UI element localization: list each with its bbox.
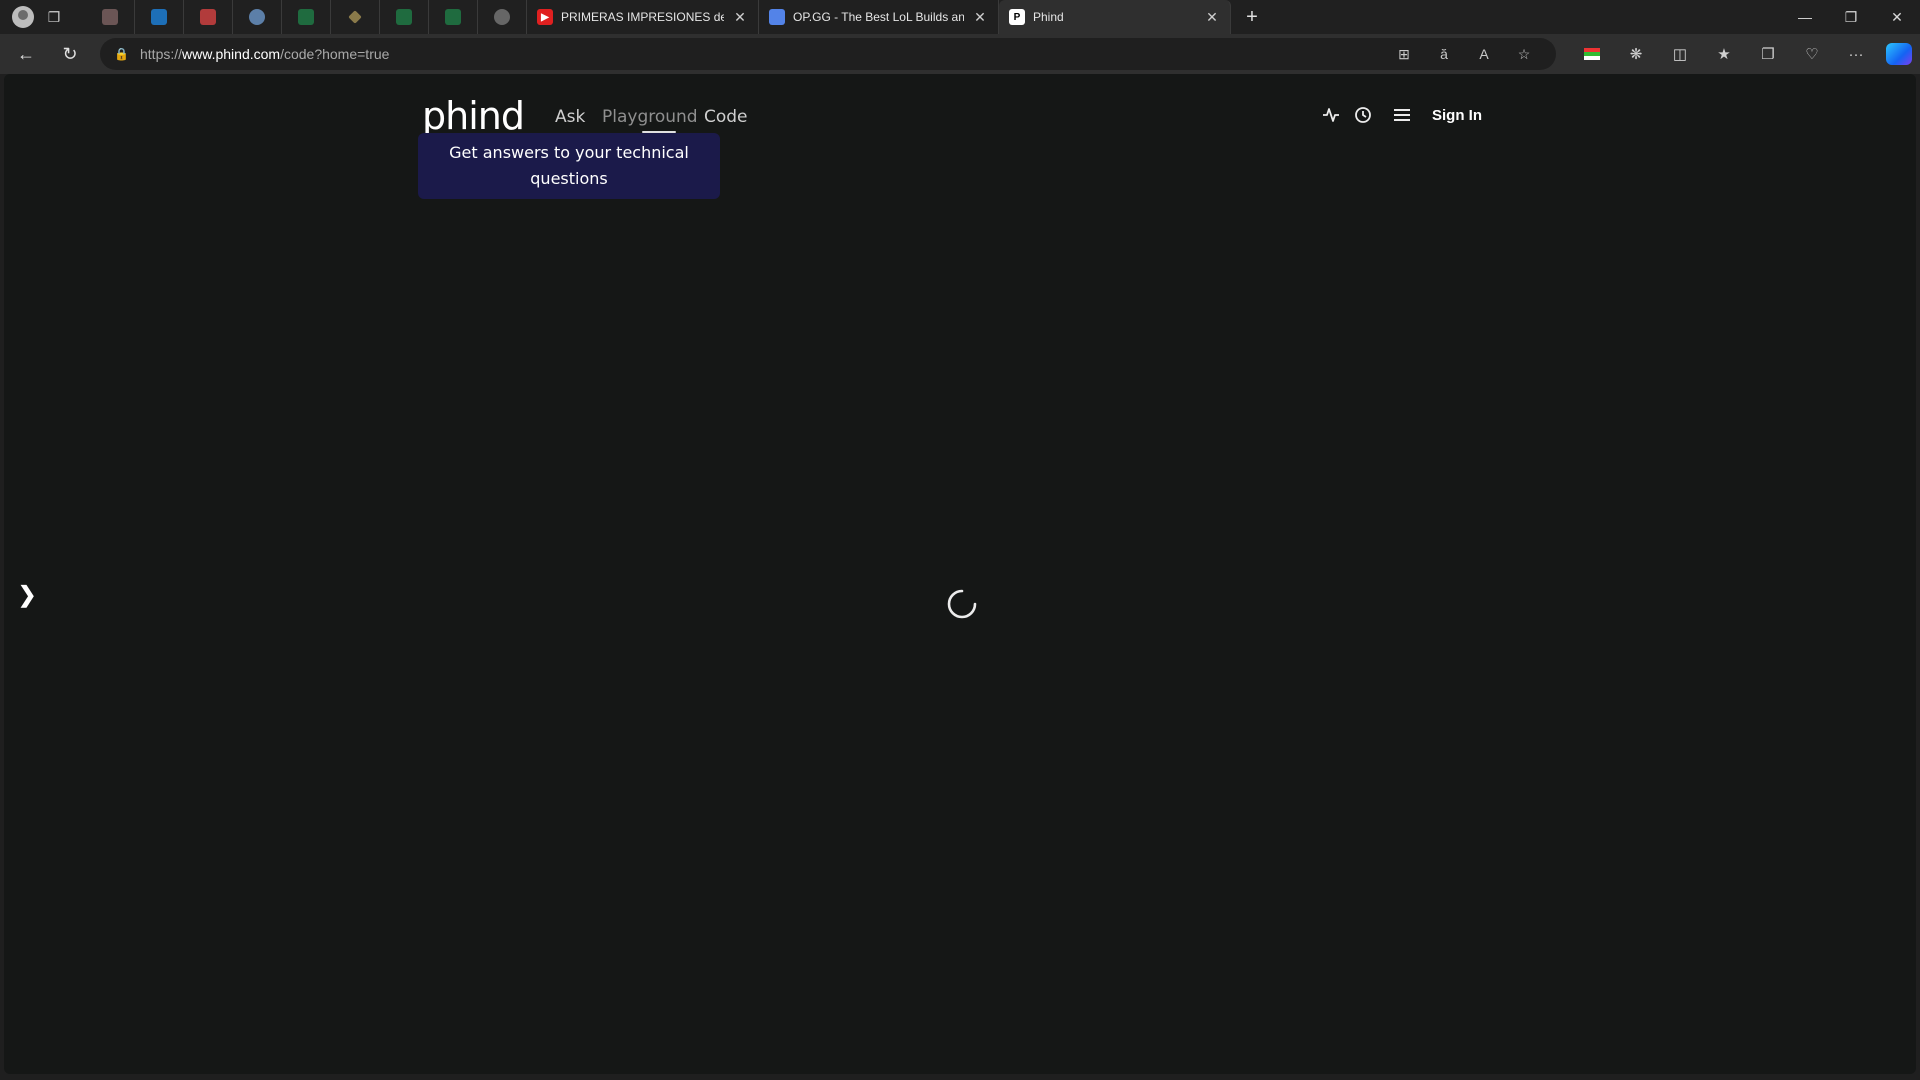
phind-icon: P (1009, 9, 1025, 25)
close-window-icon[interactable]: ✕ (1874, 0, 1920, 34)
read-aloud-icon[interactable]: A (1464, 46, 1504, 62)
url-prefix: https:// (140, 46, 183, 62)
pinned-tab[interactable] (135, 0, 184, 34)
minimize-icon[interactable]: — (1782, 0, 1828, 34)
copilot-icon[interactable] (1886, 43, 1912, 65)
favorite-star-icon[interactable]: ☆ (1504, 46, 1544, 63)
pinned-tab[interactable] (233, 0, 282, 34)
site-favicon-icon (200, 9, 216, 25)
translate-icon[interactable]: ă (1424, 46, 1464, 62)
history-clock-icon[interactable] (1354, 106, 1372, 129)
pinned-tab[interactable] (478, 0, 527, 34)
url-path: /code?home=true (280, 46, 390, 62)
nav-code[interactable]: Code (704, 107, 748, 127)
nav-ask[interactable]: Ask (555, 107, 585, 127)
lock-icon: 🔒 (114, 47, 129, 61)
extensions-icon[interactable]: ❋ (1614, 38, 1658, 70)
activity-icon[interactable] (1322, 106, 1340, 129)
phind-logo[interactable]: phind (422, 94, 525, 138)
site-favicon-icon (445, 9, 461, 25)
youtube-icon: ▶ (537, 9, 553, 25)
close-icon[interactable]: ✕ (972, 9, 988, 25)
site-favicon-icon (396, 9, 412, 25)
tab-phind[interactable]: P Phind ✕ (999, 0, 1231, 34)
loading-spinner-icon (947, 589, 977, 619)
browser-essentials-icon[interactable]: ♡ (1790, 38, 1834, 70)
profile-avatar[interactable] (12, 6, 34, 28)
nav-playground[interactable]: Playground (602, 107, 698, 133)
pinned-tab[interactable] (380, 0, 429, 34)
site-favicon-icon (102, 9, 118, 25)
back-icon[interactable]: ← (8, 38, 44, 70)
window-controls: — ❐ ✕ (1782, 0, 1920, 34)
address-bar[interactable]: 🔒 https://www.phind.com/code?home=true ⊞… (100, 38, 1556, 70)
restore-icon[interactable]: ❐ (1828, 0, 1874, 34)
opgg-icon (769, 9, 785, 25)
site-favicon-icon (249, 9, 265, 25)
site-favicon-icon (298, 9, 314, 25)
app-available-icon[interactable]: ⊞ (1384, 46, 1424, 63)
menu-icon-svg (1394, 109, 1410, 121)
collections-icon[interactable]: ❐ (1746, 38, 1790, 70)
workspaces-icon[interactable]: ❐ (40, 3, 68, 31)
browser-toolbar: ← ↻ 🔒 https://www.phind.com/code?home=tr… (0, 34, 1920, 74)
browser-window: ❐ ▶ PRIMERAS IMPRESIONES de K ✕ OP.GG - … (0, 0, 1920, 1080)
url-text: https://www.phind.com/code?home=true (140, 46, 389, 62)
clock-icon-svg (1355, 107, 1371, 123)
split-screen-icon[interactable]: ◫ (1658, 38, 1702, 70)
pinned-tab[interactable] (282, 0, 331, 34)
site-favicon-icon (494, 9, 510, 25)
pinned-tab[interactable] (184, 0, 233, 34)
close-icon[interactable]: ✕ (732, 9, 748, 25)
tab-title: Phind (1033, 10, 1064, 24)
toolbar-actions: ❋ ◫ ★ ❐ ♡ ··· (1570, 38, 1912, 70)
pinned-tab[interactable] (429, 0, 478, 34)
menu-icon[interactable] (1392, 106, 1412, 129)
tab-opgg[interactable]: OP.GG - The Best LoL Builds and ✕ (759, 0, 999, 34)
favorites-icon[interactable]: ★ (1702, 38, 1746, 70)
pinned-tab[interactable] (86, 0, 135, 34)
activity-icon-svg (1323, 108, 1339, 122)
close-icon[interactable]: ✕ (1204, 9, 1220, 25)
tab-title: OP.GG - The Best LoL Builds and (793, 10, 964, 24)
chevron-right-icon[interactable]: ❯ (18, 582, 36, 608)
page-viewport: phind Ask Playground Code Sign In Get an… (4, 74, 1916, 1074)
site-favicon-icon (348, 10, 362, 24)
new-tab-button[interactable]: + (1235, 0, 1269, 34)
tab-youtube[interactable]: ▶ PRIMERAS IMPRESIONES de K ✕ (527, 0, 759, 34)
url-host: www.phind.com (182, 46, 281, 62)
refresh-icon[interactable]: ↻ (52, 38, 88, 70)
outlook-icon (151, 9, 167, 25)
pinned-tabs (86, 0, 527, 34)
tab-title: PRIMERAS IMPRESIONES de K (561, 10, 724, 24)
pinned-tab[interactable] (331, 0, 380, 34)
sign-in-button[interactable]: Sign In (1432, 107, 1482, 124)
tab-strip: ❐ ▶ PRIMERAS IMPRESIONES de K ✕ OP.GG - … (0, 0, 1920, 34)
nav-tooltip: Get answers to your technical questions (418, 133, 720, 199)
more-options-icon[interactable]: ··· (1834, 38, 1878, 70)
extension-flag-icon[interactable] (1570, 38, 1614, 70)
site-header: phind Ask Playground Code Sign In (4, 74, 1916, 164)
